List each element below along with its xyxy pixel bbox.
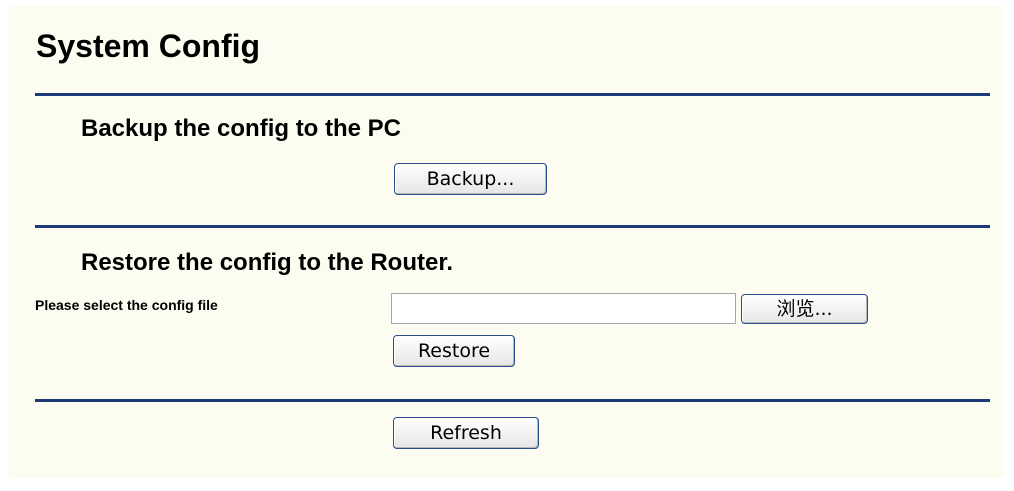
config-file-input[interactable] (391, 293, 736, 324)
restore-heading: Restore the config to the Router. (81, 249, 454, 276)
backup-heading: Backup the config to the PC (81, 115, 402, 142)
restore-button[interactable]: Restore (393, 335, 515, 367)
page-title: System Config (36, 28, 261, 64)
config-file-label: Please select the config file (35, 297, 218, 313)
divider-top (35, 93, 990, 96)
config-panel: System Config Backup the config to the P… (8, 6, 1004, 478)
divider-middle (35, 225, 990, 228)
backup-button[interactable]: Backup... (394, 163, 547, 195)
browse-button[interactable]: 浏览... (741, 294, 868, 324)
divider-bottom (35, 399, 990, 402)
refresh-button[interactable]: Refresh (393, 417, 539, 449)
